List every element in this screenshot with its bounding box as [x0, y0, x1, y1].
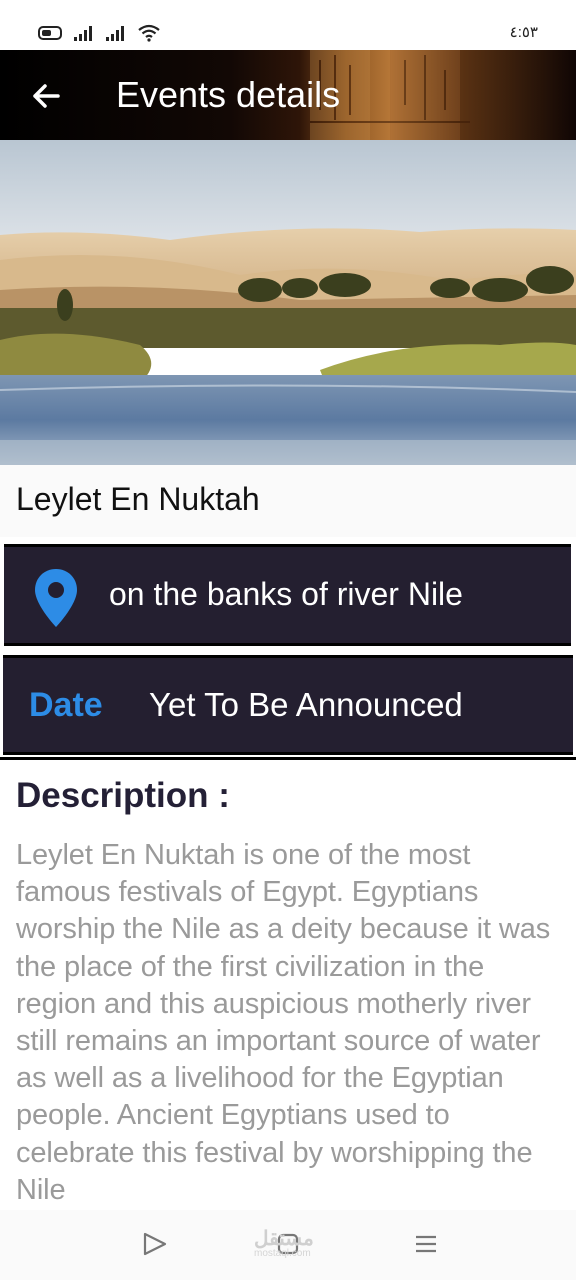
- event-image: [0, 140, 576, 465]
- watermark-sub: mostaql.com: [254, 1248, 311, 1259]
- menu-lines-icon: [416, 1235, 436, 1253]
- status-icons: [38, 24, 160, 42]
- map-pin-icon: [35, 569, 77, 627]
- date-label: Date: [29, 686, 103, 724]
- back-button[interactable]: [28, 78, 64, 114]
- event-title: Leylet En Nuktah: [16, 481, 260, 517]
- location-card[interactable]: on the banks of river Nile: [4, 544, 571, 646]
- signal-icon: [74, 26, 92, 41]
- nav-back-button[interactable]: [136, 1224, 176, 1264]
- system-nav-bar: مستقل mostaql.com: [0, 1210, 576, 1280]
- status-bar: ٤:٥٣: [0, 0, 576, 50]
- description-text: Leylet En Nuktah is one of the most famo…: [16, 839, 551, 1206]
- date-value: Yet To Be Announced: [149, 686, 463, 723]
- back-triangle-icon: [143, 1232, 167, 1256]
- date-card: Date Yet To Be Announced: [3, 655, 573, 755]
- divider: [0, 757, 576, 760]
- page-title: Events details: [116, 74, 341, 115]
- wifi-icon: [138, 24, 160, 42]
- status-time: ٤:٥٣: [509, 24, 538, 41]
- signal-icon: [106, 26, 124, 41]
- event-title-row: Leylet En Nuktah: [0, 465, 576, 537]
- nav-menu-button[interactable]: [406, 1224, 446, 1264]
- arrow-left-icon: [33, 84, 60, 108]
- description-heading: Description :: [16, 776, 230, 815]
- battery-icon: [38, 26, 62, 40]
- app-bar: Events details: [0, 50, 576, 140]
- location-text: on the banks of river Nile: [109, 576, 463, 612]
